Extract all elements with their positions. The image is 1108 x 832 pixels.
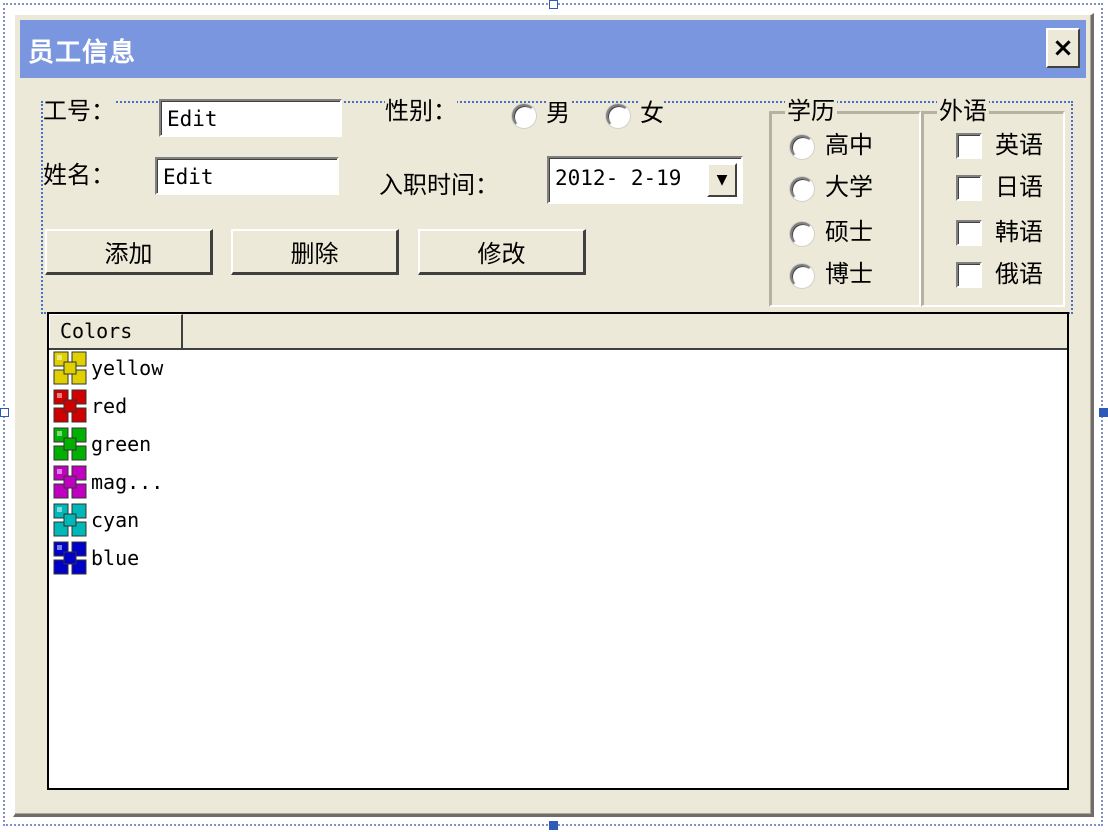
color-swatch-icon — [53, 541, 87, 575]
employee-id-field[interactable]: Edit — [159, 99, 342, 137]
language-english-label[interactable]: 英语 — [995, 131, 1043, 159]
name-field[interactable]: Edit — [155, 157, 339, 195]
column-header-colors[interactable]: Colors — [49, 314, 183, 348]
name-label: 姓名： — [43, 161, 115, 189]
colors-list-view[interactable]: Colors yellow red green mag... cyan blue — [47, 312, 1069, 790]
dialog-title: 员工信息 — [28, 38, 137, 68]
language-russian-checkbox[interactable] — [956, 262, 982, 288]
resize-handle-top[interactable] — [549, 0, 558, 9]
list-item[interactable]: blue — [53, 540, 139, 576]
language-english-checkbox[interactable] — [956, 133, 982, 159]
gender-female-label[interactable]: 女 — [640, 99, 664, 127]
language-russian-label[interactable]: 俄语 — [995, 260, 1043, 288]
list-item-label: cyan — [91, 508, 140, 532]
resize-handle-bottom[interactable] — [549, 821, 558, 830]
resize-handle-left[interactable] — [0, 408, 9, 417]
close-button[interactable]: × — [1046, 28, 1080, 68]
color-swatch-icon — [53, 503, 87, 537]
close-icon: × — [1052, 33, 1074, 63]
languages-groupbox — [921, 111, 1065, 307]
education-college-label[interactable]: 大学 — [825, 173, 873, 201]
list-item-label: blue — [91, 546, 140, 570]
list-item-label: yellow — [91, 356, 164, 380]
employee-id-label: 工号： — [43, 97, 115, 125]
language-japanese-checkbox[interactable] — [956, 175, 982, 201]
languages-group-title: 外语 — [937, 97, 989, 125]
delete-button[interactable]: 删除 — [231, 229, 399, 275]
add-button[interactable]: 添加 — [45, 229, 213, 275]
list-item-label: red — [91, 394, 128, 418]
gender-male-radio[interactable] — [512, 104, 536, 128]
modify-button[interactable]: 修改 — [418, 229, 586, 275]
language-korean-checkbox[interactable] — [956, 220, 982, 246]
employee-info-dialog: 员工信息 × 工号： Edit 姓名： Edit 性别： 男 女 入职时间： 2… — [13, 13, 1094, 817]
color-swatch-icon — [53, 465, 87, 499]
list-item[interactable]: cyan — [53, 502, 139, 538]
title-bar[interactable]: 员工信息 × — [20, 20, 1086, 78]
education-master-radio[interactable] — [790, 222, 814, 246]
education-doctor-label[interactable]: 博士 — [825, 260, 873, 288]
education-highschool-label[interactable]: 高中 — [825, 131, 873, 159]
list-header: Colors — [49, 314, 1067, 350]
hire-date-picker[interactable]: 2012- 2-19 ▼ — [547, 156, 743, 204]
gender-female-radio[interactable] — [606, 104, 630, 128]
list-item-label: green — [91, 432, 152, 456]
education-college-radio[interactable] — [790, 177, 814, 201]
gender-label: 性别： — [385, 97, 457, 125]
resize-handle-right[interactable] — [1099, 408, 1108, 417]
color-swatch-icon — [53, 351, 87, 385]
education-doctor-radio[interactable] — [790, 264, 814, 288]
list-item-label: mag... — [91, 470, 164, 494]
gender-male-label[interactable]: 男 — [546, 99, 570, 127]
hire-date-label: 入职时间： — [379, 171, 499, 199]
color-swatch-icon — [53, 427, 87, 461]
list-item[interactable]: yellow — [53, 350, 163, 386]
language-japanese-label[interactable]: 日语 — [995, 173, 1043, 201]
education-highschool-radio[interactable] — [790, 135, 814, 159]
list-item[interactable]: red — [53, 388, 127, 424]
hire-date-value: 2012- 2-19 — [555, 166, 682, 190]
education-group-title: 学历 — [785, 97, 837, 125]
list-item[interactable]: mag... — [53, 464, 163, 500]
chevron-down-icon[interactable]: ▼ — [707, 163, 737, 197]
education-master-label[interactable]: 硕士 — [825, 218, 873, 246]
list-item[interactable]: green — [53, 426, 151, 462]
color-swatch-icon — [53, 389, 87, 423]
language-korean-label[interactable]: 韩语 — [995, 218, 1043, 246]
